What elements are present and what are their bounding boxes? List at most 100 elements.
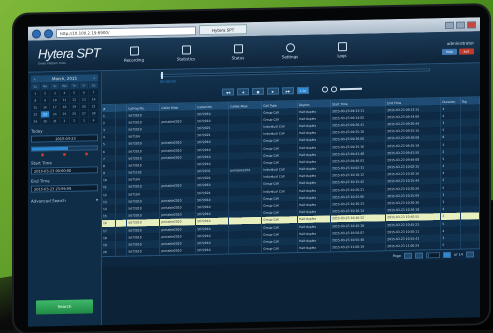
nav-recording[interactable]: Recording — [108, 45, 160, 62]
calendar-day[interactable]: 24 — [50, 111, 60, 118]
help-button[interactable]: Help — [442, 48, 457, 55]
calendar-dow: Tu — [50, 83, 60, 90]
playback-controls: ◀◀ ◀ ■ ▶ ▶▶ 1.0x — [222, 86, 309, 96]
browser-tab[interactable]: Hytera SPT — [199, 24, 248, 36]
logo-subtitle: Smart Platform Tools — [38, 60, 66, 66]
fast-forward-button[interactable]: ▶▶ — [282, 87, 294, 95]
calendar-day[interactable]: 2 — [40, 90, 50, 97]
current-user: administrator — [446, 39, 474, 46]
search-button[interactable]: Search — [36, 299, 93, 315]
advanced-search-toggle[interactable]: Advanced Search ▾ — [31, 197, 98, 203]
prev-month-button[interactable]: ‹ — [34, 76, 36, 83]
volume-control — [322, 86, 362, 93]
calendar-day[interactable]: 3 — [50, 90, 60, 97]
main-panel: 00:00:00 ◀◀ ◀ ■ ▶ ▶▶ 1.0x # Calling No. … — [102, 63, 480, 325]
calendar-day[interactable]: 2 — [69, 117, 79, 124]
calendar-dow: We — [60, 82, 69, 90]
rewind-button[interactable]: ◀◀ — [222, 88, 234, 96]
nav-label: Settings — [281, 53, 299, 59]
address-bar[interactable]: http://10.100.2.19:8900/ — [56, 25, 196, 38]
calendar-day[interactable]: 31 — [50, 118, 60, 125]
calendar-day[interactable]: 4 — [89, 117, 98, 124]
chevron-down-icon: ▾ — [95, 197, 98, 203]
start-time-field[interactable]: 2015-03-23 00:00:00 — [31, 166, 98, 175]
calendar-day[interactable]: 19 — [69, 103, 79, 110]
calendar-day[interactable]: 7 — [89, 89, 98, 96]
calendar-day[interactable]: 3 — [79, 117, 89, 124]
calendar-day[interactable]: 16 — [40, 104, 50, 111]
page-count: of 14 — [454, 252, 463, 257]
date-field[interactable]: 2015-03-23 — [31, 134, 98, 143]
stop-button[interactable]: ■ — [252, 87, 264, 96]
prev-button[interactable]: ◀ — [237, 88, 249, 96]
exit-button[interactable]: Exit — [459, 47, 474, 55]
back-button[interactable] — [32, 28, 41, 39]
minimize-button[interactable] — [445, 21, 454, 29]
maximize-button[interactable] — [456, 21, 465, 29]
calendar-day[interactable]: 1 — [60, 117, 69, 125]
page-label: Page — [392, 253, 402, 258]
first-page-button[interactable] — [404, 252, 413, 259]
settings-icon — [285, 42, 295, 52]
calendar-grid: Su Mo Tu We Th Fr Sa 1 2 3 4 5 6 7 8 9 10 11 12 13 14 15 16 17 1… — [31, 82, 98, 125]
calendar-day[interactable]: 21 — [89, 103, 98, 110]
calendar-day[interactable]: 26 — [69, 110, 79, 117]
volume-icon[interactable] — [322, 86, 328, 93]
calendar-day[interactable]: 18 — [60, 103, 69, 111]
calendar-day[interactable]: 5 — [69, 89, 79, 96]
calendar-day[interactable]: 29 — [31, 118, 40, 125]
start-time-label: Start Time — [31, 160, 52, 166]
page-input[interactable]: 1 — [426, 251, 441, 259]
calendar-day[interactable]: 11 — [60, 96, 69, 104]
calendar-day[interactable]: 8 — [31, 97, 40, 104]
nav-label: Logs — [337, 52, 347, 58]
volume-slider[interactable] — [340, 87, 362, 91]
calendar-day[interactable]: 23 — [40, 111, 50, 118]
nav-status[interactable]: Status — [212, 43, 264, 60]
nav-settings[interactable]: Settings — [264, 42, 316, 59]
time-range-slider[interactable] — [31, 145, 98, 152]
speed-button[interactable]: 1.0x — [297, 86, 309, 95]
mute-icon[interactable] — [331, 86, 337, 93]
calendar-day[interactable]: 25 — [60, 110, 69, 118]
nav-label: Statistics — [176, 55, 196, 62]
calendar-day[interactable]: 27 — [79, 110, 89, 117]
end-time-label: End Time — [31, 178, 50, 184]
end-time-field[interactable]: 2015-03-23 23:59:59 — [31, 184, 98, 193]
play-button[interactable]: ▶ — [267, 87, 279, 95]
calendar-month: March, 2015 — [52, 75, 77, 82]
calendar-day[interactable]: 20 — [79, 103, 89, 110]
next-page-button[interactable] — [443, 251, 452, 258]
nav-logs[interactable]: Logs — [316, 41, 368, 58]
playback-knob[interactable] — [161, 71, 163, 79]
calendar-dow: Mo — [40, 83, 50, 90]
status-icon — [233, 43, 243, 53]
next-month-button[interactable]: › — [93, 74, 95, 81]
calendar-day[interactable]: 4 — [60, 89, 69, 97]
calendar-dow: Sa — [89, 82, 98, 89]
monitor-screen: http://10.100.2.19:8900/ Hytera SPT Hyte… — [28, 17, 480, 327]
calendar-day[interactable]: 9 — [40, 97, 50, 104]
advanced-search-label: Advanced Search — [31, 197, 66, 204]
nav-statistics[interactable]: Statistics — [160, 44, 212, 61]
calendar-day[interactable]: 10 — [50, 97, 60, 104]
calendar-day[interactable]: 17 — [50, 104, 60, 111]
calendar-day[interactable]: 22 — [31, 111, 40, 118]
nav-label: Recording — [123, 56, 144, 63]
close-window-button[interactable] — [467, 20, 476, 29]
search-sidebar: ‹ March, 2015 › Su Mo Tu We Th Fr Sa 1 2 3 4 5 6 7 8 9 1… — [28, 71, 102, 327]
forward-button[interactable] — [44, 28, 53, 38]
last-page-button[interactable] — [466, 251, 474, 258]
calendar-day[interactable]: 1 — [31, 90, 40, 97]
prev-page-button[interactable] — [415, 252, 424, 259]
calendar-dow: Fr — [79, 82, 89, 89]
calendar-day[interactable]: 15 — [31, 104, 40, 111]
logs-icon — [337, 41, 347, 51]
calendar-day[interactable]: 6 — [79, 89, 89, 96]
calendar-day[interactable]: 13 — [79, 96, 89, 103]
calendar-day[interactable]: 14 — [89, 96, 98, 103]
calendar-day[interactable]: 28 — [89, 110, 98, 117]
calendar-day[interactable]: 12 — [69, 96, 79, 103]
today-label[interactable]: Today — [31, 127, 98, 133]
calendar-day[interactable]: 30 — [40, 118, 50, 125]
